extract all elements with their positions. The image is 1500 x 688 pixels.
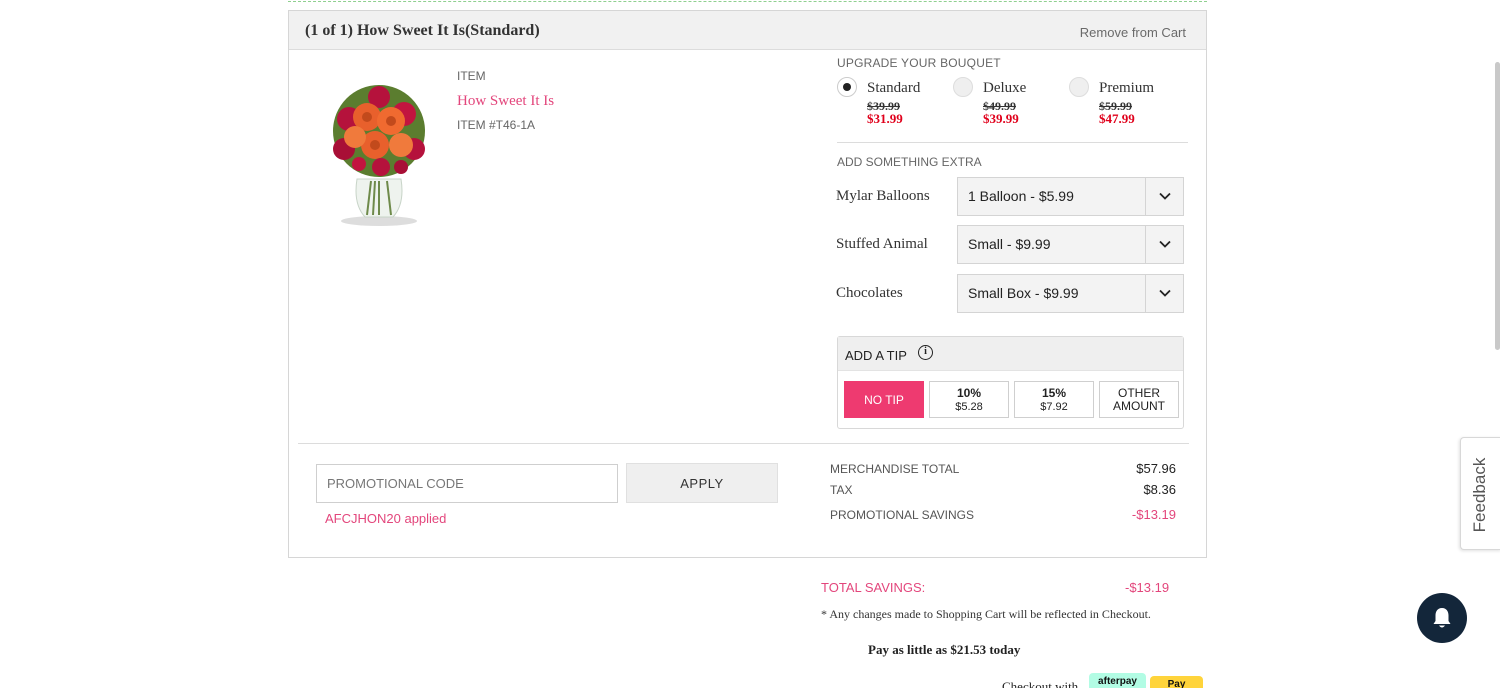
- remove-from-cart-link[interactable]: Remove from Cart: [1080, 25, 1186, 40]
- checkout-with-text: Checkout with: [1002, 679, 1079, 688]
- tip-other-line2: AMOUNT: [1113, 399, 1165, 413]
- tip-percent: 15%: [1041, 386, 1067, 400]
- upgrade-option-standard[interactable]: Standard $39.99 $31.99: [837, 77, 953, 129]
- promo-savings-label: PROMOTIONAL SAVINGS: [830, 508, 975, 522]
- option-new-price: $47.99: [1099, 111, 1135, 126]
- cart-item-header: (1 of 1) How Sweet It Is(Standard) Remov…: [289, 11, 1206, 50]
- tip-other-amount-button[interactable]: OTHER AMOUNT: [1099, 381, 1179, 418]
- radio-premium[interactable]: [1069, 77, 1089, 97]
- tip-amount: $5.28: [955, 401, 983, 413]
- tip-percent: 10%: [956, 386, 982, 400]
- balloons-select[interactable]: 1 Balloon - $5.99: [957, 177, 1184, 216]
- tip-header: ADD A TIP i: [838, 337, 1183, 371]
- tip-15-button[interactable]: 15% $7.92: [1014, 381, 1094, 418]
- chevron-down-icon: [1159, 240, 1171, 248]
- cart-item-title: (1 of 1) How Sweet It Is(Standard): [305, 22, 540, 39]
- promo-savings-value: -$13.19: [1131, 507, 1176, 522]
- tip-panel: ADD A TIP i NO TIP 10% $5.28 15% $7.92 O…: [837, 336, 1184, 429]
- merchandise-total-label: MERCHANDISE TOTAL: [830, 462, 960, 476]
- upgrade-option-deluxe[interactable]: Deluxe $49.99 $39.99: [953, 77, 1069, 129]
- upgrade-title: UPGRADE YOUR BOUQUET: [837, 56, 1001, 70]
- tax-value: $8.36: [1143, 482, 1176, 497]
- checkout-note: * Any changes made to Shopping Cart will…: [821, 607, 1151, 621]
- select-value: Small Box - $9.99: [968, 285, 1079, 301]
- cart-item-panel: (1 of 1) How Sweet It Is(Standard) Remov…: [288, 10, 1207, 558]
- extras-title: ADD SOMETHING EXTRA: [837, 155, 982, 169]
- chocolates-select[interactable]: Small Box - $9.99: [957, 274, 1184, 313]
- feedback-tab[interactable]: Feedback: [1460, 437, 1500, 550]
- item-label: ITEM: [457, 69, 486, 83]
- total-savings-value: -$13.19: [1125, 580, 1170, 595]
- merchandise-total-value: $57.96: [1136, 461, 1176, 476]
- notification-bell-button[interactable]: [1417, 593, 1467, 643]
- upgrade-option-premium[interactable]: Premium $59.99 $47.99: [1069, 77, 1185, 129]
- apply-promo-button[interactable]: APPLY: [626, 463, 778, 503]
- pay-button[interactable]: Pay: [1150, 676, 1203, 688]
- option-new-price: $39.99: [983, 111, 1019, 126]
- select-value: Small - $9.99: [968, 236, 1051, 252]
- extra-label-stuffed-animal: Stuffed Animal: [836, 236, 928, 252]
- select-divider: [1145, 275, 1146, 312]
- product-image: [333, 85, 425, 226]
- divider: [837, 142, 1188, 143]
- extra-label-chocolates: Chocolates: [836, 285, 903, 301]
- option-name: Standard: [867, 80, 921, 96]
- afterpay-button[interactable]: afterpay: [1089, 673, 1146, 688]
- pay-as-little-text: Pay as little as $21.53 today: [868, 642, 1021, 657]
- item-number: ITEM #T46-1A: [457, 118, 536, 132]
- tax-label: TAX: [830, 483, 853, 497]
- promo-code-input[interactable]: [316, 464, 618, 503]
- tip-label: NO TIP: [864, 393, 904, 407]
- radio-deluxe[interactable]: [953, 77, 973, 97]
- chevron-down-icon: [1159, 289, 1171, 297]
- option-name: Deluxe: [983, 80, 1027, 96]
- extra-label-balloons: Mylar Balloons: [836, 188, 930, 204]
- select-divider: [1145, 178, 1146, 215]
- bell-icon: [1433, 608, 1451, 628]
- total-savings-label: TOTAL SAVINGS:: [821, 580, 926, 595]
- chevron-down-icon: [1159, 192, 1171, 200]
- scrollbar-thumb[interactable]: [1495, 62, 1500, 350]
- option-new-price: $31.99: [867, 111, 903, 126]
- feedback-label: Feedback: [1470, 457, 1489, 533]
- radio-standard[interactable]: [837, 77, 857, 97]
- tip-amount: $7.92: [1040, 401, 1068, 413]
- promo-applied-text: AFCJHON20 applied: [325, 511, 447, 526]
- top-divider: [288, 0, 1207, 2]
- no-tip-button[interactable]: NO TIP: [844, 381, 924, 418]
- tip-10-button[interactable]: 10% $5.28: [929, 381, 1009, 418]
- divider: [298, 443, 1189, 444]
- info-icon[interactable]: i: [918, 345, 933, 360]
- stuffed-animal-select[interactable]: Small - $9.99: [957, 225, 1184, 264]
- tip-title: ADD A TIP: [845, 348, 907, 363]
- select-value: 1 Balloon - $5.99: [968, 188, 1074, 204]
- item-name-link[interactable]: How Sweet It Is: [457, 93, 554, 110]
- option-name: Premium: [1099, 80, 1154, 96]
- select-divider: [1145, 226, 1146, 263]
